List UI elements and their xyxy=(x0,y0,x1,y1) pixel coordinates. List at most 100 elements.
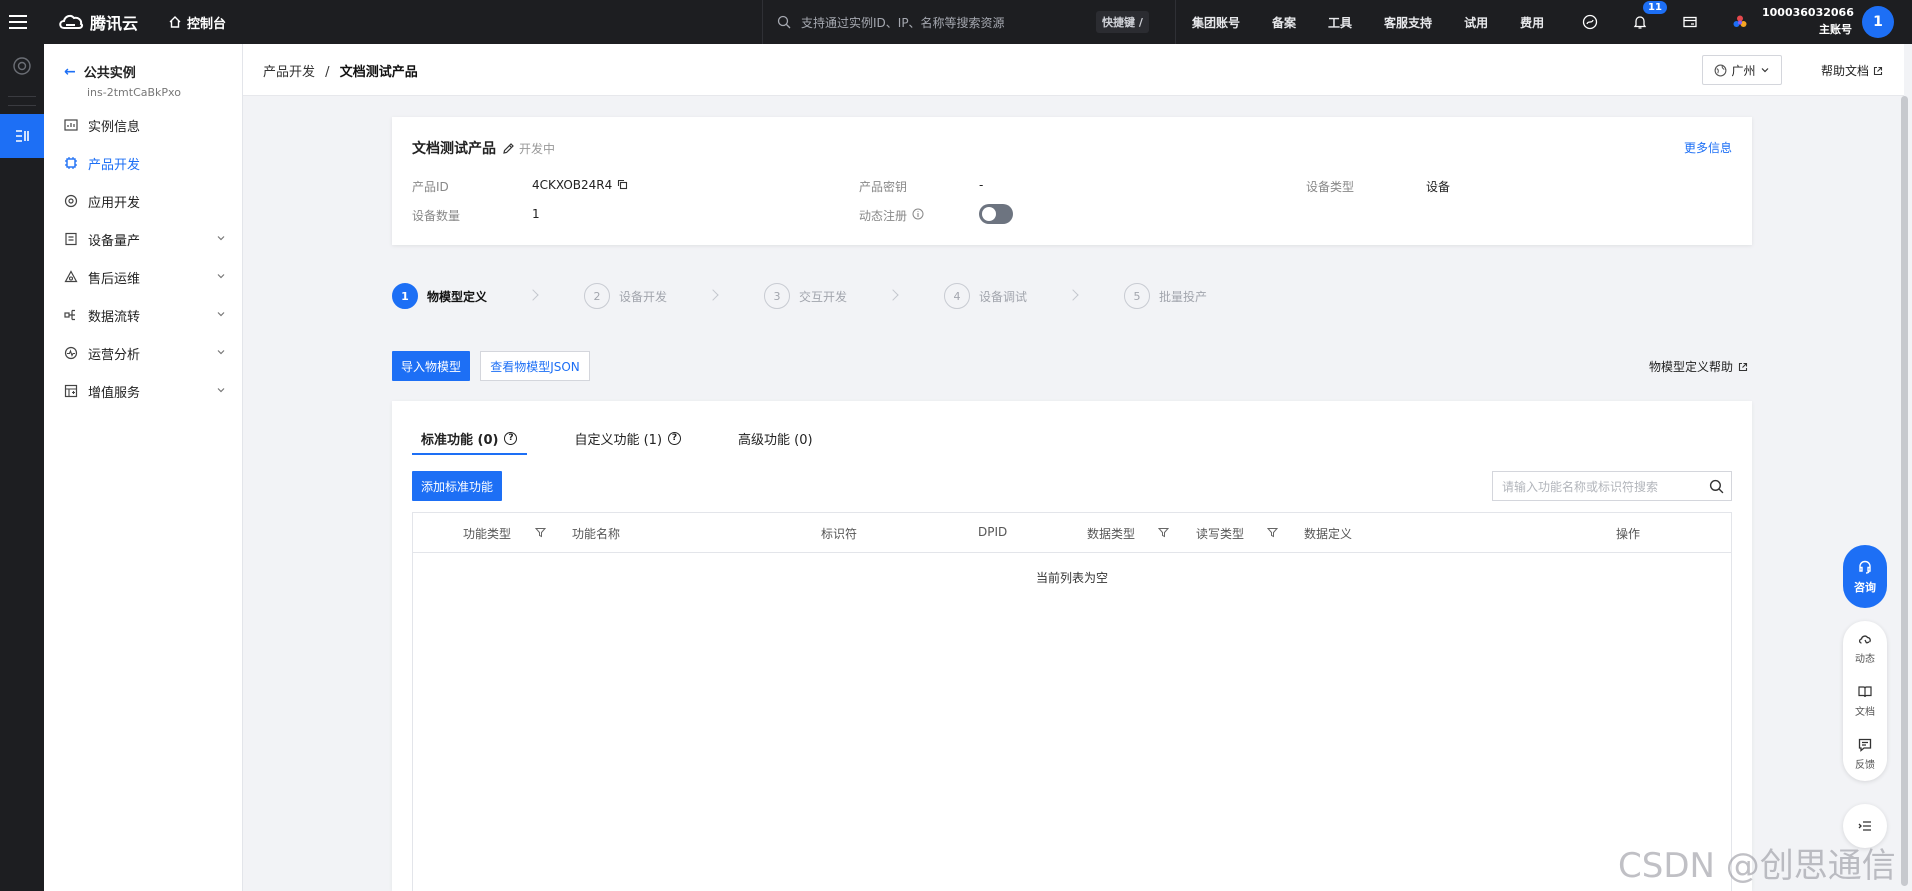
column-actions: 操作 xyxy=(1616,527,1641,541)
sidebar-item-analytics[interactable]: 运营分析 xyxy=(44,334,242,372)
global-search-input[interactable]: 支持通过实例ID、IP、名称等搜索资源 xyxy=(801,14,1005,31)
colorful-app-icon[interactable] xyxy=(1715,14,1765,30)
instance-info-icon xyxy=(63,117,79,133)
tab-advanced-functions[interactable]: 高级功能 (0) xyxy=(729,425,823,451)
nav-trial[interactable]: 试用 xyxy=(1464,14,1488,31)
external-link-icon xyxy=(1873,66,1883,75)
tab-custom-functions[interactable]: 自定义功能 (1) ? xyxy=(565,425,691,451)
scrollbar-thumb[interactable] xyxy=(1901,96,1908,886)
sidebar-item-product-dev[interactable]: 产品开发 xyxy=(44,144,242,182)
product-secret-label: 产品密钥 xyxy=(859,180,908,194)
step-3[interactable]: 3 交互开发 xyxy=(764,283,847,309)
nav-group-account[interactable]: 集团账号 xyxy=(1192,14,1240,31)
sidebar-header: ← 公共实例 ins-2tmtCaBkPxo xyxy=(44,44,242,106)
nav-filing[interactable]: 备案 xyxy=(1272,14,1296,31)
more-info-link[interactable]: 更多信息 xyxy=(1684,139,1732,156)
nav-billing[interactable]: 费用 xyxy=(1520,14,1544,31)
rail-item-iot[interactable] xyxy=(0,114,44,158)
account-info[interactable]: 100036032066 主账号 xyxy=(1762,4,1854,38)
view-model-json-button[interactable]: 查看物模型JSON xyxy=(480,351,590,381)
step-number: 3 xyxy=(764,283,790,309)
import-model-button[interactable]: 导入物模型 xyxy=(392,351,470,381)
chevron-right-icon xyxy=(707,289,719,301)
copy-icon[interactable] xyxy=(617,179,628,190)
top-bar: 腾讯云 控制台 支持通过实例ID、IP、名称等搜索资源 快捷键 / 集团账号 备… xyxy=(0,0,1912,44)
consult-button[interactable]: 咨询 xyxy=(1843,545,1887,608)
chip-icon xyxy=(63,155,79,171)
sidebar-item-maintenance[interactable]: 售后运维 xyxy=(44,258,242,296)
maintenance-icon xyxy=(63,269,79,285)
step-4[interactable]: 4 设备调试 xyxy=(944,283,1027,309)
brand-logo[interactable]: 腾讯云 xyxy=(58,0,138,44)
home-icon xyxy=(169,16,181,28)
chevron-down-icon xyxy=(217,312,225,317)
left-rail xyxy=(0,44,44,891)
sidebar-item-label: 售后运维 xyxy=(88,271,141,287)
product-id-value: 4CKXOB24R4 xyxy=(532,178,613,192)
info-icon[interactable] xyxy=(912,208,924,220)
sidebar-item-value-added[interactable]: 增值服务 xyxy=(44,372,242,410)
model-help-link[interactable]: 物模型定义帮助 xyxy=(1649,358,1748,375)
nav-tools[interactable]: 工具 xyxy=(1328,14,1352,31)
chevron-down-icon xyxy=(217,274,225,279)
search-icon[interactable] xyxy=(1709,479,1724,494)
step-number: 1 xyxy=(392,283,418,309)
help-circle-icon[interactable]: ? xyxy=(668,431,682,445)
search-icon xyxy=(777,15,791,29)
sidebar-item-device-production[interactable]: 设备量产 xyxy=(44,220,242,258)
menu-icon[interactable] xyxy=(0,0,36,44)
sidebar-item-label: 实例信息 xyxy=(88,119,141,135)
avatar[interactable]: 1 xyxy=(1862,6,1894,38)
breadcrumb-current: 文档测试产品 xyxy=(339,65,418,80)
product-info-card: 文档测试产品 开发中 更多信息 产品ID 4CKXOB24R4 产品密钥 - 设… xyxy=(392,117,1752,245)
help-circle-icon[interactable]: ? xyxy=(504,431,518,445)
edit-icon[interactable] xyxy=(502,142,515,155)
sidebar-item-instance-info[interactable]: 实例信息 xyxy=(44,106,242,144)
region-select[interactable]: 广州 xyxy=(1702,55,1782,85)
empty-state-text: 当前列表为空 xyxy=(1035,571,1108,585)
global-search[interactable]: 支持通过实例ID、IP、名称等搜索资源 xyxy=(762,0,1142,44)
device-type-label: 设备类型 xyxy=(1306,180,1355,194)
filter-icon[interactable] xyxy=(1267,527,1278,538)
sidebar-title: 公共实例 xyxy=(83,66,136,81)
console-link[interactable]: 控制台 xyxy=(168,13,226,32)
add-standard-function-button[interactable]: 添加标准功能 xyxy=(412,471,502,501)
help-doc-label: 帮助文档 xyxy=(1821,64,1870,78)
ai-icon[interactable] xyxy=(1565,14,1615,30)
step-2[interactable]: 2 设备开发 xyxy=(584,283,667,309)
feedback-button[interactable]: 反馈 xyxy=(1843,727,1887,780)
tab-label: 标准功能 (0) xyxy=(421,432,499,448)
sidebar-item-app-dev[interactable]: 应用开发 xyxy=(44,182,242,220)
device-count-value: 1 xyxy=(532,207,540,221)
product-status: 开发中 xyxy=(519,141,556,156)
step-label: 交互开发 xyxy=(799,289,848,304)
grid-list-icon xyxy=(16,130,29,142)
feedback-label: 反馈 xyxy=(1855,759,1875,771)
function-search-input[interactable]: 请输入功能名称或标识符搜索 xyxy=(1492,471,1732,501)
cloud-refresh-icon xyxy=(1858,634,1871,644)
ticket-icon[interactable] xyxy=(1665,14,1715,30)
activity-button[interactable]: 动态 xyxy=(1843,621,1887,674)
docs-button[interactable]: 文档 xyxy=(1843,674,1887,727)
value-added-icon xyxy=(63,383,79,399)
filter-icon[interactable] xyxy=(535,527,546,538)
activity-label: 动态 xyxy=(1855,653,1875,665)
dynamic-registration-toggle[interactable] xyxy=(979,204,1013,224)
rail-item-overview[interactable] xyxy=(0,44,44,88)
filter-icon[interactable] xyxy=(1158,527,1169,538)
step-5[interactable]: 5 批量投产 xyxy=(1124,283,1207,309)
shortcut-badge: 快捷键 / xyxy=(1096,11,1149,33)
consult-label: 咨询 xyxy=(1854,580,1876,594)
breadcrumb-parent[interactable]: 产品开发 xyxy=(263,65,315,80)
bell-icon[interactable]: 11 xyxy=(1615,1,1667,30)
back-to-instances[interactable]: ← 公共实例 xyxy=(64,62,242,82)
column-dpid: DPID xyxy=(978,525,1008,539)
help-doc-link[interactable]: 帮助文档 xyxy=(1821,62,1883,79)
tab-standard-functions[interactable]: 标准功能 (0) ? xyxy=(412,425,528,455)
nav-support[interactable]: 客服支持 xyxy=(1384,14,1432,31)
function-tabs: 标准功能 (0) ? 自定义功能 (1) ? 高级功能 (0) xyxy=(412,425,861,455)
chevron-right-icon xyxy=(527,289,539,301)
page-scrollbar[interactable] xyxy=(1901,96,1908,891)
sidebar-item-data-flow[interactable]: 数据流转 xyxy=(44,296,242,334)
step-1[interactable]: 1 物模型定义 xyxy=(392,283,487,309)
